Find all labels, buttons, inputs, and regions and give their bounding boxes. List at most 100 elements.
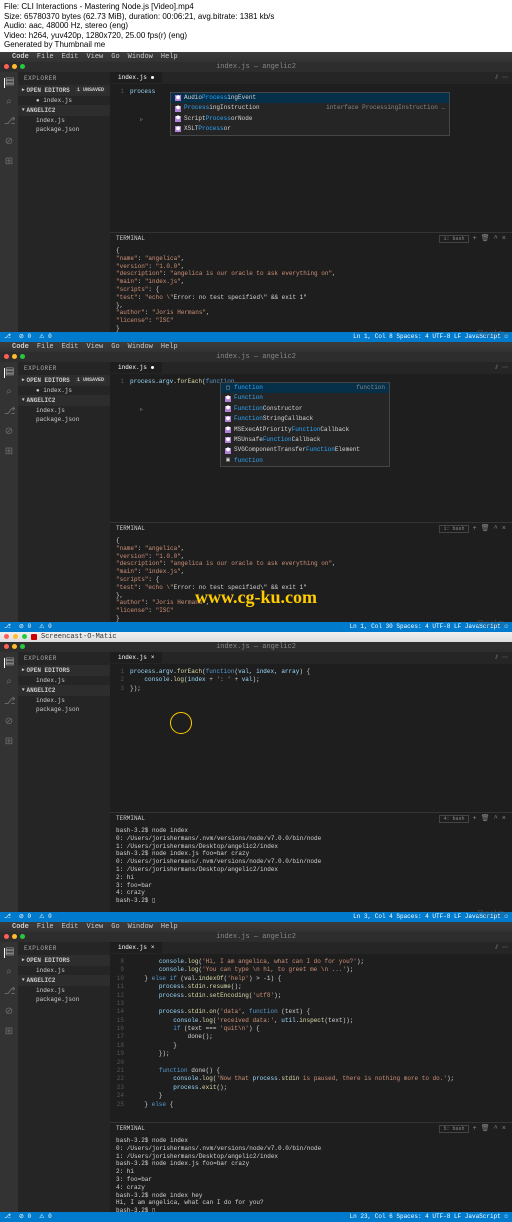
trash-icon[interactable]: 🗑 <box>481 524 490 533</box>
status-right[interactable]: Ln 23, Col 6 Spaces: 4 UTF-8 LF JavaScri… <box>350 1213 508 1220</box>
menu-edit[interactable]: Edit <box>62 923 79 931</box>
files-icon[interactable]: ▤ <box>4 658 14 668</box>
file-indexjs[interactable]: index.js <box>18 406 110 415</box>
terminal-output[interactable]: bash-3.2$ node index0: /Users/jorisherma… <box>110 1135 512 1212</box>
git-icon[interactable]: ⎇ <box>4 408 14 418</box>
files-icon[interactable]: ▤ <box>4 368 14 378</box>
git-icon[interactable]: ⎇ <box>4 698 14 708</box>
menu-edit[interactable]: Edit <box>62 343 79 351</box>
split-icon[interactable]: ⫽ <box>495 364 498 372</box>
menu-file[interactable]: File <box>37 343 54 351</box>
tab-indexjs[interactable]: index.js× <box>110 942 162 953</box>
file-packagejson[interactable]: package.json <box>18 415 110 424</box>
open-editors-section[interactable]: ▸ OPEN EDITORS 1 UNSAVED <box>18 85 110 96</box>
menu-file[interactable]: File <box>37 923 54 931</box>
maximize-icon[interactable] <box>20 64 25 69</box>
debug-icon[interactable]: ⊘ <box>4 428 14 438</box>
errors-icon[interactable]: ⊘ 0 <box>19 623 31 630</box>
maximize-terminal-icon[interactable]: ^ <box>494 1125 498 1133</box>
files-icon[interactable]: ▤ <box>4 78 14 88</box>
warnings-icon[interactable]: ⚠ 0 <box>39 913 52 920</box>
git-icon[interactable]: ⎇ <box>4 988 14 998</box>
ac-item[interactable]: ⬢FunctionStringCallback <box>221 414 389 424</box>
tab-indexjs[interactable]: index.js <box>110 72 162 83</box>
shell-dropdown[interactable]: 5: bash <box>439 1125 468 1133</box>
file-indexjs[interactable]: index.js <box>18 986 110 995</box>
menu-edit[interactable]: Edit <box>62 53 79 61</box>
menu-go[interactable]: Go <box>111 53 119 61</box>
extensions-icon[interactable]: ⊞ <box>4 158 14 168</box>
ac-item[interactable]: ▢functionfunction <box>221 383 389 393</box>
open-editors-section[interactable]: ▸OPEN EDITORS <box>18 955 110 966</box>
menu-file[interactable]: File <box>37 53 54 61</box>
file-indexjs[interactable]: index.js <box>18 116 110 125</box>
file-indexjs[interactable]: index.js <box>18 696 110 705</box>
more-icon[interactable]: ⋯ <box>502 74 508 82</box>
debug-icon[interactable]: ⊘ <box>4 1008 14 1018</box>
menu-help[interactable]: Help <box>161 53 178 61</box>
open-editors-section[interactable]: ▸OPEN EDITORS 1 UNSAVED <box>18 375 110 386</box>
close-terminal-icon[interactable]: × <box>502 235 506 243</box>
file-packagejson[interactable]: package.json <box>18 125 110 134</box>
terminal-output[interactable]: bash-3.2$ node index0: /Users/jorisherma… <box>110 825 512 912</box>
close-terminal-icon[interactable]: × <box>502 815 506 823</box>
errors-icon[interactable]: ⊘ 0 <box>19 1213 31 1220</box>
minimize-icon[interactable] <box>12 64 17 69</box>
add-terminal-icon[interactable]: + <box>473 525 477 533</box>
menu-go[interactable]: Go <box>111 343 119 351</box>
ac-item[interactable]: ⬢XSLTProcessor <box>171 124 449 134</box>
debug-icon[interactable]: ⊘ <box>4 718 14 728</box>
debug-icon[interactable]: ⊘ <box>4 138 14 148</box>
extensions-icon[interactable]: ⊞ <box>4 738 14 748</box>
terminal-output[interactable]: { "name": "angelica", "version": "1.0.0"… <box>110 535 512 622</box>
more-icon[interactable]: ⋯ <box>502 944 508 952</box>
code-editor[interactable]: 1process.argv.forEach(function ▢function… <box>110 374 512 522</box>
add-terminal-icon[interactable]: + <box>473 235 477 243</box>
minimize-icon[interactable] <box>12 934 17 939</box>
split-icon[interactable]: ⫽ <box>495 74 498 82</box>
files-icon[interactable]: ▤ <box>4 948 14 958</box>
ac-item[interactable]: ⬢MSUnsafeFunctionCallback <box>221 435 389 445</box>
project-section[interactable]: ▾ANGELIC2 <box>18 395 110 406</box>
close-tab-icon[interactable]: × <box>151 654 155 661</box>
ac-item[interactable]: ⬢ProcessingInstructioninterface Processi… <box>171 103 449 113</box>
trash-icon[interactable]: 🗑 <box>481 234 490 243</box>
menu-window[interactable]: Window <box>128 53 153 61</box>
minimize-icon[interactable] <box>13 634 18 639</box>
mac-menubar[interactable]: Code File Edit View Go Window Help <box>0 342 512 352</box>
menu-view[interactable]: View <box>86 923 103 931</box>
trash-icon[interactable]: 🗑 <box>481 814 490 823</box>
close-terminal-icon[interactable]: × <box>502 1125 506 1133</box>
extensions-icon[interactable]: ⊞ <box>4 1028 14 1038</box>
maximize-terminal-icon[interactable]: ^ <box>494 815 498 823</box>
git-branch-icon[interactable]: ⎇ <box>4 333 11 340</box>
close-icon[interactable] <box>4 934 9 939</box>
ac-item[interactable]: ⬢ScriptProcessorNode <box>171 114 449 124</box>
split-icon[interactable]: ⫽ <box>495 944 498 952</box>
git-branch-icon[interactable]: ⎇ <box>4 1213 11 1220</box>
more-icon[interactable]: ⋯ <box>502 654 508 662</box>
split-icon[interactable]: ⫽ <box>495 654 498 662</box>
git-branch-icon[interactable]: ⎇ <box>4 913 11 920</box>
code-editor[interactable]: 1process ⬢AudioProcessingEvent ⬢Processi… <box>110 84 512 232</box>
menu-window[interactable]: Window <box>128 343 153 351</box>
ac-item[interactable]: ▣function <box>221 456 389 466</box>
terminal-output[interactable]: { "name": "angelica", "version": "1.0.0"… <box>110 245 512 332</box>
code-editor[interactable]: 8 console.log('Hi, I am angelica, what c… <box>110 954 512 1122</box>
ac-item[interactable]: ⬢SVGComponentTransferFunctionElement <box>221 445 389 455</box>
terminal-tab[interactable]: TERMINAL <box>116 815 145 822</box>
file-packagejson[interactable]: package.json <box>18 705 110 714</box>
warnings-icon[interactable]: ⚠ 0 <box>39 623 52 630</box>
shell-dropdown[interactable]: 4: bash <box>439 815 468 823</box>
ac-item[interactable]: ⬢AudioProcessingEvent <box>171 93 449 103</box>
close-icon[interactable] <box>4 644 9 649</box>
menu-code[interactable]: Code <box>12 53 29 61</box>
add-terminal-icon[interactable]: + <box>473 1125 477 1133</box>
search-icon[interactable]: ⌕ <box>4 388 14 398</box>
mac-menubar[interactable]: Code File Edit View Go Window Help <box>0 52 512 62</box>
maximize-icon[interactable] <box>22 634 27 639</box>
open-editor-file[interactable]: index.js <box>18 966 110 975</box>
code-editor[interactable]: 1process.argv.forEach(function(val, inde… <box>110 664 512 812</box>
git-icon[interactable]: ⎇ <box>4 118 14 128</box>
menu-window[interactable]: Window <box>128 923 153 931</box>
